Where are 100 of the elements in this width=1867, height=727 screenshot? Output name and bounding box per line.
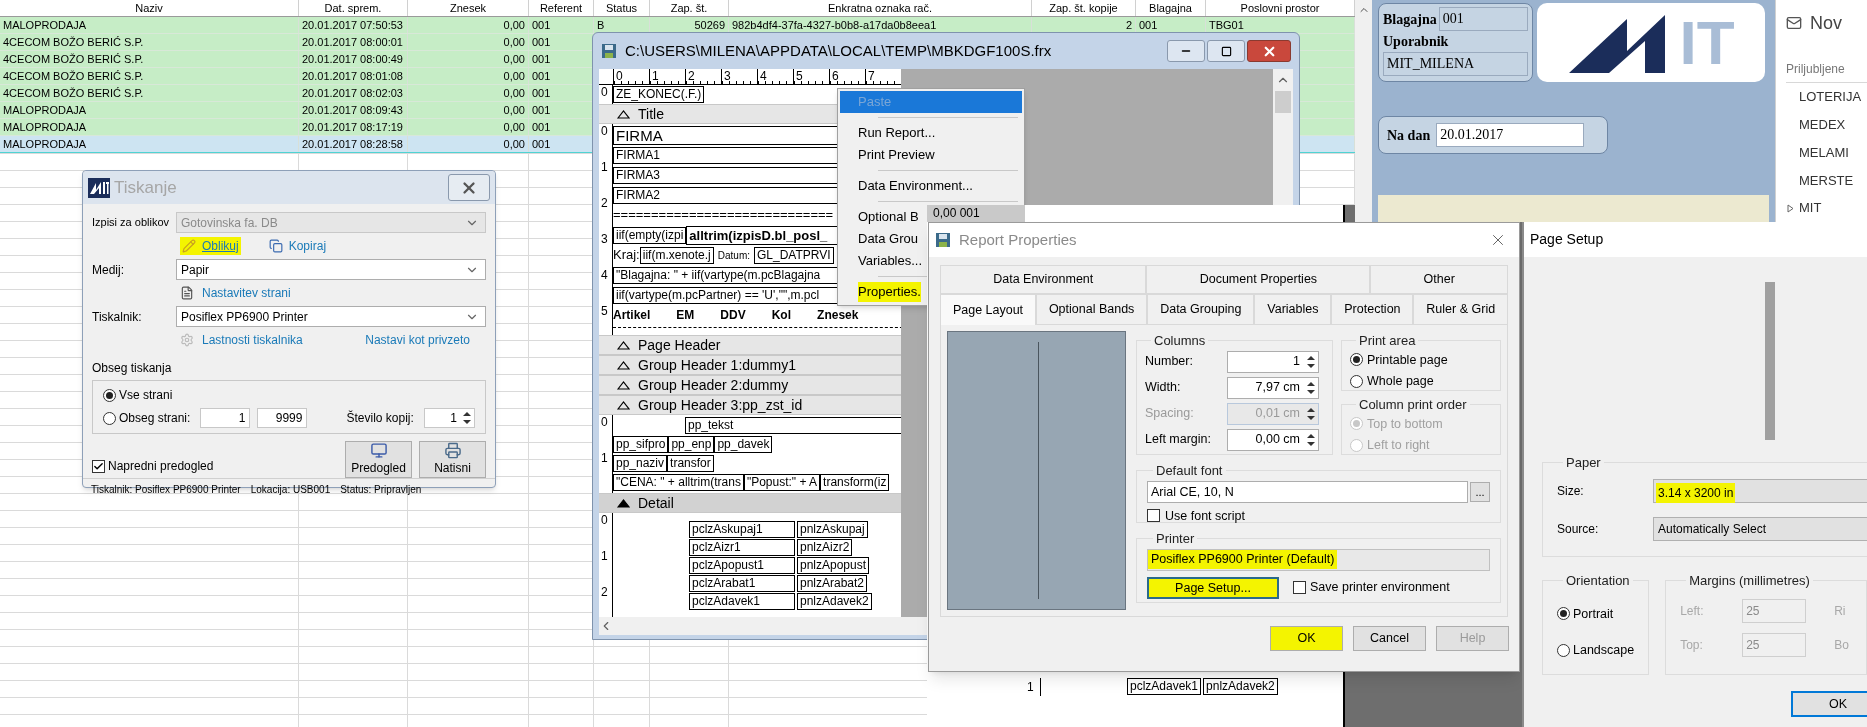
report-field: pnlzApopust xyxy=(797,557,870,574)
menu-item-label: Optional B xyxy=(858,208,919,227)
field-label: Source: xyxy=(1557,520,1600,538)
report-field: pnlzArabat2 xyxy=(797,575,868,592)
table-cell: 20.01.2017 08:00:49 xyxy=(299,51,408,67)
report-field: pp_davek xyxy=(714,436,773,453)
ruler-number: 0 xyxy=(600,513,609,529)
table-cell: 001 xyxy=(529,17,594,33)
report-field: "CENA: " + alltrim(trans xyxy=(613,474,744,491)
ruler-number: 3 xyxy=(600,232,609,248)
option-label: Vse strani xyxy=(119,387,173,404)
table-cell: 20.01.2017 08:01:08 xyxy=(299,68,408,84)
menu-item-label: Run Report... xyxy=(858,124,936,143)
ruler-number: 2 xyxy=(600,585,609,599)
group-label: Default font xyxy=(1155,462,1224,480)
table-cell: 4CECOM BOŽO BERIĆ S.P. xyxy=(0,51,299,67)
table-cell: MALOPRODAJA xyxy=(0,119,299,135)
field-label: Size: xyxy=(1557,482,1585,500)
table-cell: 0,00 xyxy=(408,68,529,84)
table-cell: 20.01.2017 08:00:01 xyxy=(299,34,408,50)
ruler-number: 0 xyxy=(600,124,609,140)
report-field: ZE_KONEC(.F.) xyxy=(613,86,705,103)
field-label: Medij: xyxy=(92,261,125,279)
table-cell: 0,00 xyxy=(408,85,529,101)
report-field: pp_tekst xyxy=(685,417,901,434)
group-label: Orientation xyxy=(1565,572,1631,590)
group-label: Column print order xyxy=(1358,396,1468,414)
table-cell: 4CECOM BOŽO BERIĆ S.P. xyxy=(0,34,299,50)
report-field: pnlzAskupaj xyxy=(797,521,868,538)
field-label: Left margin: xyxy=(1145,431,1212,449)
report-field: 0,00 001 xyxy=(927,205,1025,222)
menu-item-label: Properties. xyxy=(858,282,921,302)
checkbox-label: Use font script xyxy=(1165,507,1245,525)
window-title: C:\USERS\MILENA\APPDATA\LOCAL\TEMP\MBKDGF100S.frx xyxy=(625,40,1052,61)
report-field: pp_sifpro xyxy=(613,436,669,453)
ruler-number: 1 xyxy=(600,160,609,176)
window-title: Page Setup xyxy=(1530,230,1604,249)
report-label: Artikel xyxy=(613,307,651,324)
status-text: Tiskalnik: Posiflex PP6900 Printer xyxy=(91,482,241,497)
report-field: iif(m.xenote.j xyxy=(639,246,714,264)
group-label: Margins (millimetres) xyxy=(1688,572,1811,590)
table-cell: 20.01.2017 08:17:19 xyxy=(299,119,408,135)
checkbox-label: Napredni predogled xyxy=(108,458,214,475)
report-label: ============================= xyxy=(613,208,834,222)
section-label: Priljubljene xyxy=(1786,61,1846,78)
report-field: pnlzAdavek2 xyxy=(797,593,872,610)
table-cell: 20.01.2017 08:02:03 xyxy=(299,85,408,101)
ruler-number: 1 xyxy=(1027,678,1041,696)
table-cell: 20.01.2017 08:28:58 xyxy=(299,136,408,152)
ruler-number: 0 xyxy=(600,85,609,99)
field-label: Uporabnik xyxy=(1383,33,1450,51)
table-cell: 0,00 xyxy=(408,17,529,33)
report-field: pp_naziv xyxy=(613,455,668,472)
band-label: Title xyxy=(638,104,664,124)
report-field: pclzAdavek1 xyxy=(1127,678,1202,695)
ruler-number: 1 xyxy=(600,549,609,565)
field-label: Tiskalnik: xyxy=(92,308,143,326)
report-label: EM xyxy=(676,307,695,324)
option-label: Left to right xyxy=(1367,437,1430,455)
pane-header: Nov xyxy=(1810,11,1842,35)
ruler-number: 4 xyxy=(600,268,609,284)
report-label: Datum: xyxy=(717,248,750,263)
report-field: pp_enp xyxy=(668,436,715,453)
table-cell: 0,00 xyxy=(408,119,529,135)
report-label: Kraj: xyxy=(613,246,640,265)
report-field: pclzAskupaj1 xyxy=(689,521,795,538)
report-field: pnlzAizr2 xyxy=(797,539,853,556)
field-label: Width: xyxy=(1145,379,1182,397)
band-label: Group Header 2:dummy xyxy=(638,375,789,395)
field-label: Ri xyxy=(1834,602,1846,620)
table-cell: 4CECOM BOŽO BERIĆ S.P. xyxy=(0,85,299,101)
table-cell: 20.01.2017 07:50:53 xyxy=(299,17,408,33)
ruler-number: 5 xyxy=(600,304,609,318)
field-label: Spacing: xyxy=(1145,405,1195,423)
report-field: pclzAizr1 xyxy=(689,539,795,556)
option-label: Obseg strani: xyxy=(119,410,192,427)
band-label: Group Header 1:dummy1 xyxy=(638,355,796,375)
report-field: pclzArabat1 xyxy=(689,575,795,592)
report-field: GL_DATPRVI xyxy=(754,246,834,264)
band-label: Group Header 3:pp_zst_id xyxy=(638,395,803,415)
option-label: Portrait xyxy=(1573,605,1614,623)
field-label: Top: xyxy=(1680,636,1704,654)
field-label: Bo xyxy=(1834,636,1849,654)
table-cell: MALOPRODAJA xyxy=(0,102,299,118)
table-cell: 0,00 xyxy=(408,51,529,67)
report-label: Znesek xyxy=(817,307,859,324)
group-label: Printer xyxy=(1155,530,1196,548)
ruler-number: 2 xyxy=(600,196,609,212)
band-label: Page Header xyxy=(638,335,721,355)
table-cell: 20.01.2017 08:09:43 xyxy=(299,102,408,118)
group-label: Print area xyxy=(1358,332,1417,350)
option-label: Printable page xyxy=(1367,351,1448,369)
table-cell: 0,00 xyxy=(408,34,529,50)
report-label: Kol xyxy=(771,307,792,324)
menu-item-label: Data Grou xyxy=(858,230,918,249)
ruler-number: 1 xyxy=(600,451,609,465)
table-cell: 4CECOM BOŽO BERIĆ S.P. xyxy=(0,68,299,84)
report-field: transform(iz xyxy=(820,474,890,491)
option-label: Landscape xyxy=(1573,642,1635,660)
status-text: Status: Pripravljen xyxy=(340,482,422,497)
